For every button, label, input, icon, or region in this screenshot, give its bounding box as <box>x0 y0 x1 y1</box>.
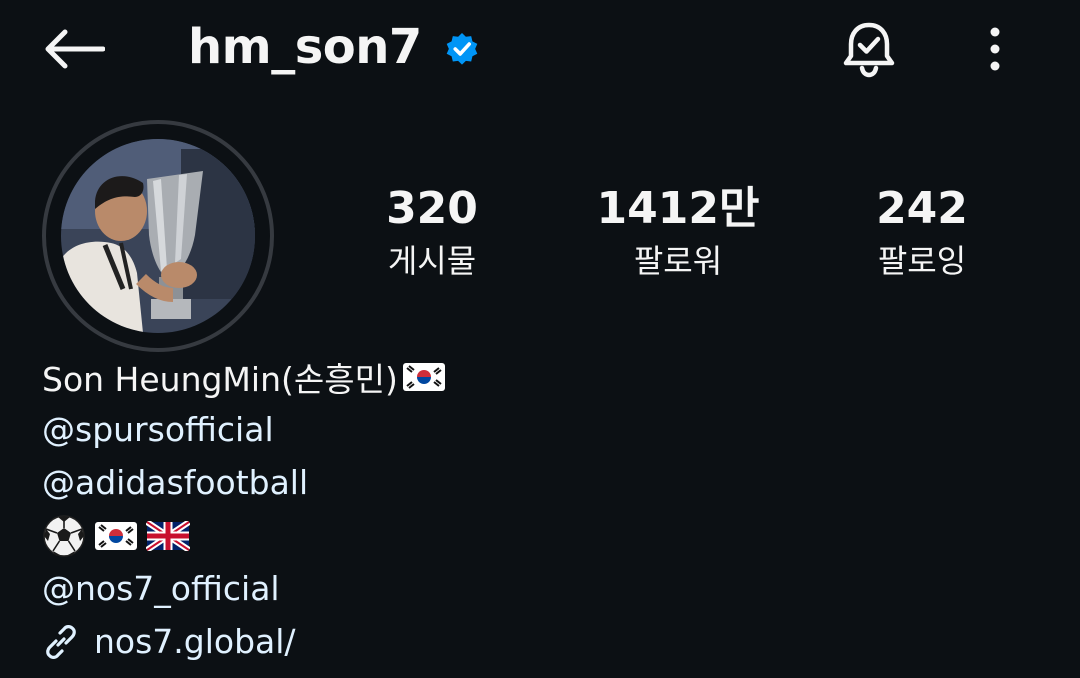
uk-flag-icon <box>146 520 190 551</box>
south-korea-flag-icon <box>402 362 445 391</box>
username: hm_son7 <box>188 19 422 75</box>
link-icon <box>46 624 76 659</box>
avatar-ring[interactable] <box>42 120 274 352</box>
link-text: nos7.global/ <box>94 622 296 661</box>
arrow-left-icon <box>45 29 105 69</box>
profile-photo <box>61 139 255 333</box>
emoji-line <box>42 509 1042 562</box>
mention-line: @nos7_official <box>42 562 1042 615</box>
followers-count: 1412만 <box>596 183 760 234</box>
mention-adidasfootball[interactable]: @adidasfootball <box>42 463 308 502</box>
following-stat[interactable]: 242 팔로잉 <box>822 180 1022 284</box>
mention-line: @spursofficial <box>42 403 1042 456</box>
mention-line: @adidasfootball <box>42 456 1042 509</box>
soccer-ball-icon <box>43 514 85 557</box>
bio-name-line: Son HeungMin(손흥민) <box>42 350 1042 403</box>
more-options-button[interactable] <box>966 20 1024 78</box>
bell-check-icon <box>843 22 895 78</box>
posts-count: 320 <box>386 183 478 234</box>
avatar[interactable] <box>61 139 255 333</box>
back-button[interactable] <box>38 18 110 80</box>
mention-spursofficial[interactable]: @spursofficial <box>42 410 274 449</box>
display-name: Son HeungMin(손흥민) <box>42 359 398 399</box>
posts-label: 게시물 <box>387 242 477 280</box>
username-header: hm_son7 <box>188 14 480 80</box>
south-korea-flag-icon <box>95 521 137 550</box>
following-label: 팔로잉 <box>877 242 967 280</box>
following-count: 242 <box>876 183 968 234</box>
bio: Son HeungMin(손흥민) @spursofficial @adidas… <box>42 350 1042 668</box>
posts-stat[interactable]: 320 게시물 <box>332 180 532 284</box>
verified-badge-icon <box>444 31 480 67</box>
followers-stat[interactable]: 1412만 팔로워 <box>578 180 778 284</box>
followers-label: 팔로워 <box>633 242 723 280</box>
more-vertical-icon <box>990 27 1000 71</box>
mention-nos7-official[interactable]: @nos7_official <box>42 569 280 608</box>
external-link[interactable]: nos7.global/ <box>42 615 1042 668</box>
notifications-button[interactable] <box>834 14 904 84</box>
